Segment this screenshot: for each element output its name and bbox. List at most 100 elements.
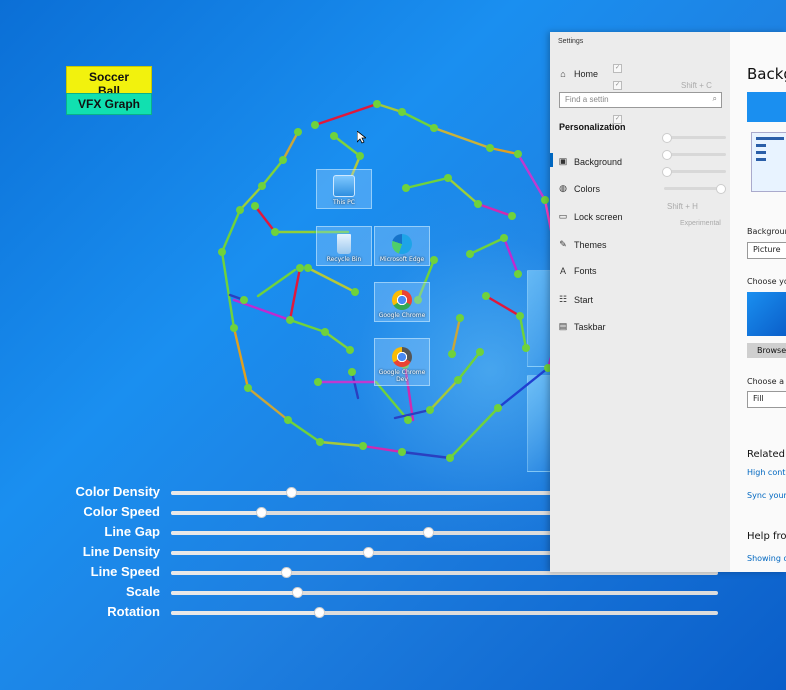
slider-label: Color Speed [83,504,160,519]
ball-node [244,384,252,392]
preview-window [751,132,786,192]
ball-node [541,196,549,204]
ball-node [294,128,302,136]
ball-node [404,416,412,424]
ball-edge [361,444,404,454]
ball-node [240,296,248,304]
ball-edge [288,318,327,334]
slider-fill [171,531,429,535]
slider-thumb[interactable] [280,567,292,578]
desktop-icon-label: Google Chrome Dev [378,369,426,383]
slider-label: Line Speed [90,564,160,579]
ball-node [454,376,462,384]
choose-fit-label: Choose a f [747,377,786,386]
ball-node [482,292,490,300]
ball-edge [450,316,462,356]
ball-edge [323,330,352,352]
slider-thumb[interactable] [423,527,435,538]
slider-track[interactable] [171,587,718,598]
desktop-icon-label: This PC [333,199,355,206]
ball-node [251,202,259,210]
ball-node [402,184,410,192]
slider-thumb[interactable] [286,487,298,498]
slider-fill [171,511,262,515]
ball-node [279,156,287,164]
ball-edge [400,450,452,460]
ball-node [286,316,294,324]
slider-label: Line Gap [104,524,160,539]
ball-node [359,442,367,450]
ball-node [398,108,406,116]
picture-thumbnail[interactable] [747,292,786,336]
background-preview [747,92,786,122]
ball-node [346,346,354,354]
page-heading: Backg [747,65,786,83]
ball-node [296,264,304,272]
ball-edge [404,176,450,190]
slider-row: Rotation [0,603,786,623]
help-heading: Help fro [747,531,786,542]
ball-node [474,200,482,208]
link-showing[interactable]: Showing o [747,554,786,563]
ball-node [430,256,438,264]
ball-edge [502,236,520,276]
slider-thumb[interactable] [291,587,303,598]
ball-edge [400,110,436,130]
desktop-icon-label: Recycle Bin [326,256,362,263]
ball-node [356,152,364,160]
ball-edge [518,314,528,350]
slider-label: Scale [126,584,160,599]
ball-node [522,344,530,352]
fit-dropdown[interactable]: Fill [747,391,786,408]
ball-edge [306,266,357,294]
ball-node [494,404,502,412]
vfx-graph-button[interactable]: VFX Graph [66,93,152,115]
browse-button[interactable]: Browse [747,343,786,358]
ball-edge [318,440,365,448]
ball-edge [428,378,460,412]
ball-edge [432,126,492,150]
ball-node [516,312,524,320]
ball-edge [516,152,547,202]
ball-edge [488,146,520,156]
ball-node [314,378,322,386]
link-sync[interactable]: Sync your [747,491,786,500]
background-dropdown[interactable]: Picture [747,242,786,259]
slider-fill [171,591,297,595]
desktop-icon-recycle-bin[interactable]: Recycle Bin [316,226,372,266]
ball-edge [456,350,482,382]
slider-track[interactable] [171,607,718,618]
choose-picture-label: Choose yo [747,277,786,286]
ball-node [456,314,464,322]
desktop-icon-chrome-dev[interactable]: Google Chrome Dev [374,338,430,386]
link-high-contrast[interactable]: High contr [747,468,786,477]
ball-node [311,121,319,129]
ball-node [284,416,292,424]
ball-edge [220,208,242,254]
computer-icon [333,175,355,197]
ball-edge [374,380,410,422]
ball-node [218,248,226,256]
ball-node [486,144,494,152]
ball-edge [220,250,236,330]
ball-edge [496,366,550,410]
desktop-icon-this-pc[interactable]: This PC [316,169,372,209]
ball-node [373,100,381,108]
fit-dropdown-value: Fill [753,394,764,403]
background-dropdown-value: Picture [753,245,781,254]
ball-edge [468,236,506,256]
slider-fill [171,551,368,555]
slider-thumb[interactable] [313,607,325,618]
desktop-icon-chrome[interactable]: Google Chrome [374,282,430,322]
ball-node [398,448,406,456]
slider-label: Line Density [82,544,160,559]
slider-thumb[interactable] [362,547,374,558]
ball-node [444,174,452,182]
slider-thumb[interactable] [256,507,268,518]
desktop-icon-edge[interactable]: Microsoft Edge [374,226,430,266]
ball-edge [476,202,514,218]
chrome-icon [392,290,412,310]
ball-node [514,150,522,158]
ball-node [448,350,456,358]
recycle-bin-icon [337,234,351,254]
